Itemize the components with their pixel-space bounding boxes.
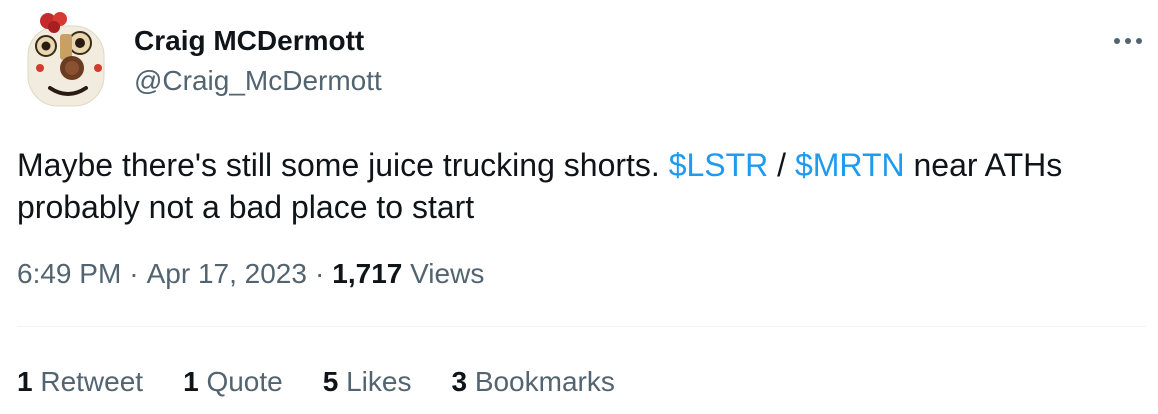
tweet-time[interactable]: 6:49 PM [17, 258, 121, 289]
avatar[interactable] [20, 12, 112, 108]
bookmarks-stat[interactable]: 3 Bookmarks [451, 364, 614, 400]
tweet-text-part: Maybe there's still some juice trucking … [17, 147, 669, 183]
quotes-label: Quote [206, 366, 283, 397]
likes-label: Likes [346, 366, 412, 397]
author-display-name[interactable]: Craig MCDermott [134, 24, 364, 58]
views-count: 1,717 [332, 258, 403, 289]
avatar-image [27, 12, 105, 107]
views-label: Views [410, 258, 485, 289]
tweet-meta: 6:49 PM · Apr 17, 2023 · 1,717 Views [17, 256, 484, 292]
tweet-date[interactable]: Apr 17, 2023 [147, 258, 307, 289]
meta-separator: · [314, 258, 325, 289]
cashtag-link-mrtn[interactable]: $MRTN [795, 147, 905, 183]
quotes-stat[interactable]: 1 Quote [183, 364, 283, 400]
divider [17, 326, 1146, 327]
author-handle[interactable]: @Craig_McDermott [134, 64, 382, 98]
retweets-count: 1 [17, 366, 33, 397]
tweet-text-separator: / [768, 147, 795, 183]
retweets-label: Retweet [40, 366, 144, 397]
tweet-card: Craig MCDermott @Craig_McDermott Maybe t… [0, 0, 1158, 414]
retweets-stat[interactable]: 1 Retweet [17, 364, 143, 400]
more-horizontal-icon [1114, 38, 1142, 44]
cashtag-link-lstr[interactable]: $LSTR [669, 147, 769, 183]
more-options-button[interactable] [1108, 26, 1148, 56]
likes-count: 5 [322, 366, 339, 397]
bookmarks-count: 3 [451, 366, 468, 397]
likes-stat[interactable]: 5 Likes [323, 364, 412, 400]
engagement-stats: 1 Retweet 1 Quote 5 Likes 3 Bookmarks [17, 364, 655, 400]
bookmarks-label: Bookmarks [474, 366, 615, 397]
quotes-count: 1 [183, 366, 199, 397]
meta-separator: · [129, 258, 139, 289]
tweet-text: Maybe there's still some juice trucking … [17, 144, 1127, 228]
